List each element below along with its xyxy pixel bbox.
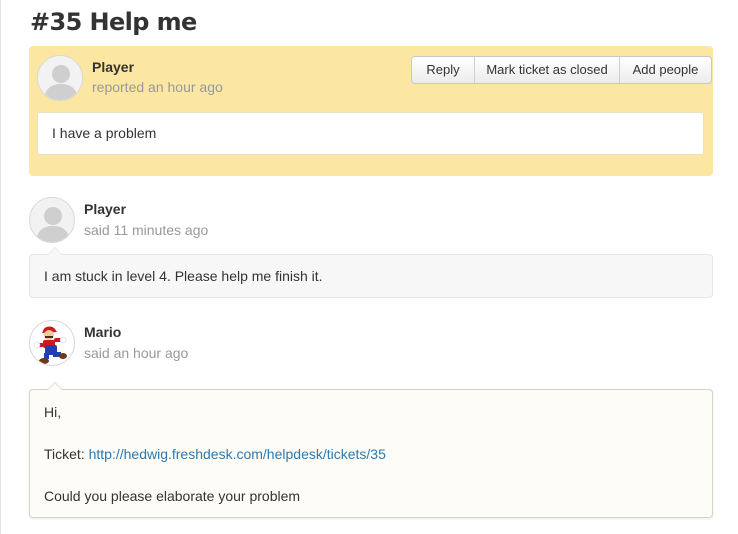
page-title: #35 Help me — [30, 8, 197, 36]
left-divider — [0, 0, 1, 534]
mario-avatar — [29, 320, 75, 366]
note-closing: Could you please elaborate your problem — [44, 488, 301, 504]
reported-time: reported an hour ago — [92, 79, 223, 95]
ticket-link[interactable]: http://hedwig.freshdesk.com/helpdesk/tic… — [89, 446, 386, 462]
add-people-button[interactable]: Add people — [620, 57, 711, 83]
note-author[interactable]: Mario — [84, 324, 121, 340]
default-avatar-icon — [37, 55, 83, 101]
note-ticket-line: Ticket: http://hedwig.freshdesk.com/help… — [44, 446, 386, 462]
ticket-label: Ticket: — [44, 446, 89, 462]
note-text: I am stuck in level 4. Please help me fi… — [44, 268, 323, 284]
note-pointer — [47, 247, 63, 255]
note-pointer — [47, 382, 63, 390]
note-header: Mario said an hour ago — [29, 320, 719, 380]
close-ticket-button[interactable]: Mark ticket as closed — [475, 57, 620, 83]
reply-button[interactable]: Reply — [412, 57, 475, 83]
default-avatar-icon — [29, 197, 75, 243]
note-body: Hi, Ticket: http://hedwig.freshdesk.com/… — [29, 382, 713, 518]
ticket-description: Player reported an hour ago Reply Mark t… — [29, 46, 713, 176]
note-time: said 11 minutes ago — [84, 222, 209, 238]
ticket-description-text: I have a problem — [37, 112, 704, 155]
note-time: said an hour ago — [84, 345, 189, 361]
note-body: I am stuck in level 4. Please help me fi… — [29, 247, 713, 298]
note-header: Player said 11 minutes ago — [29, 197, 719, 257]
ticket-actions: Reply Mark ticket as closed Add people — [411, 56, 712, 84]
requester-name[interactable]: Player — [92, 59, 134, 75]
note-author[interactable]: Player — [84, 201, 126, 217]
note-greeting: Hi, — [44, 404, 62, 420]
